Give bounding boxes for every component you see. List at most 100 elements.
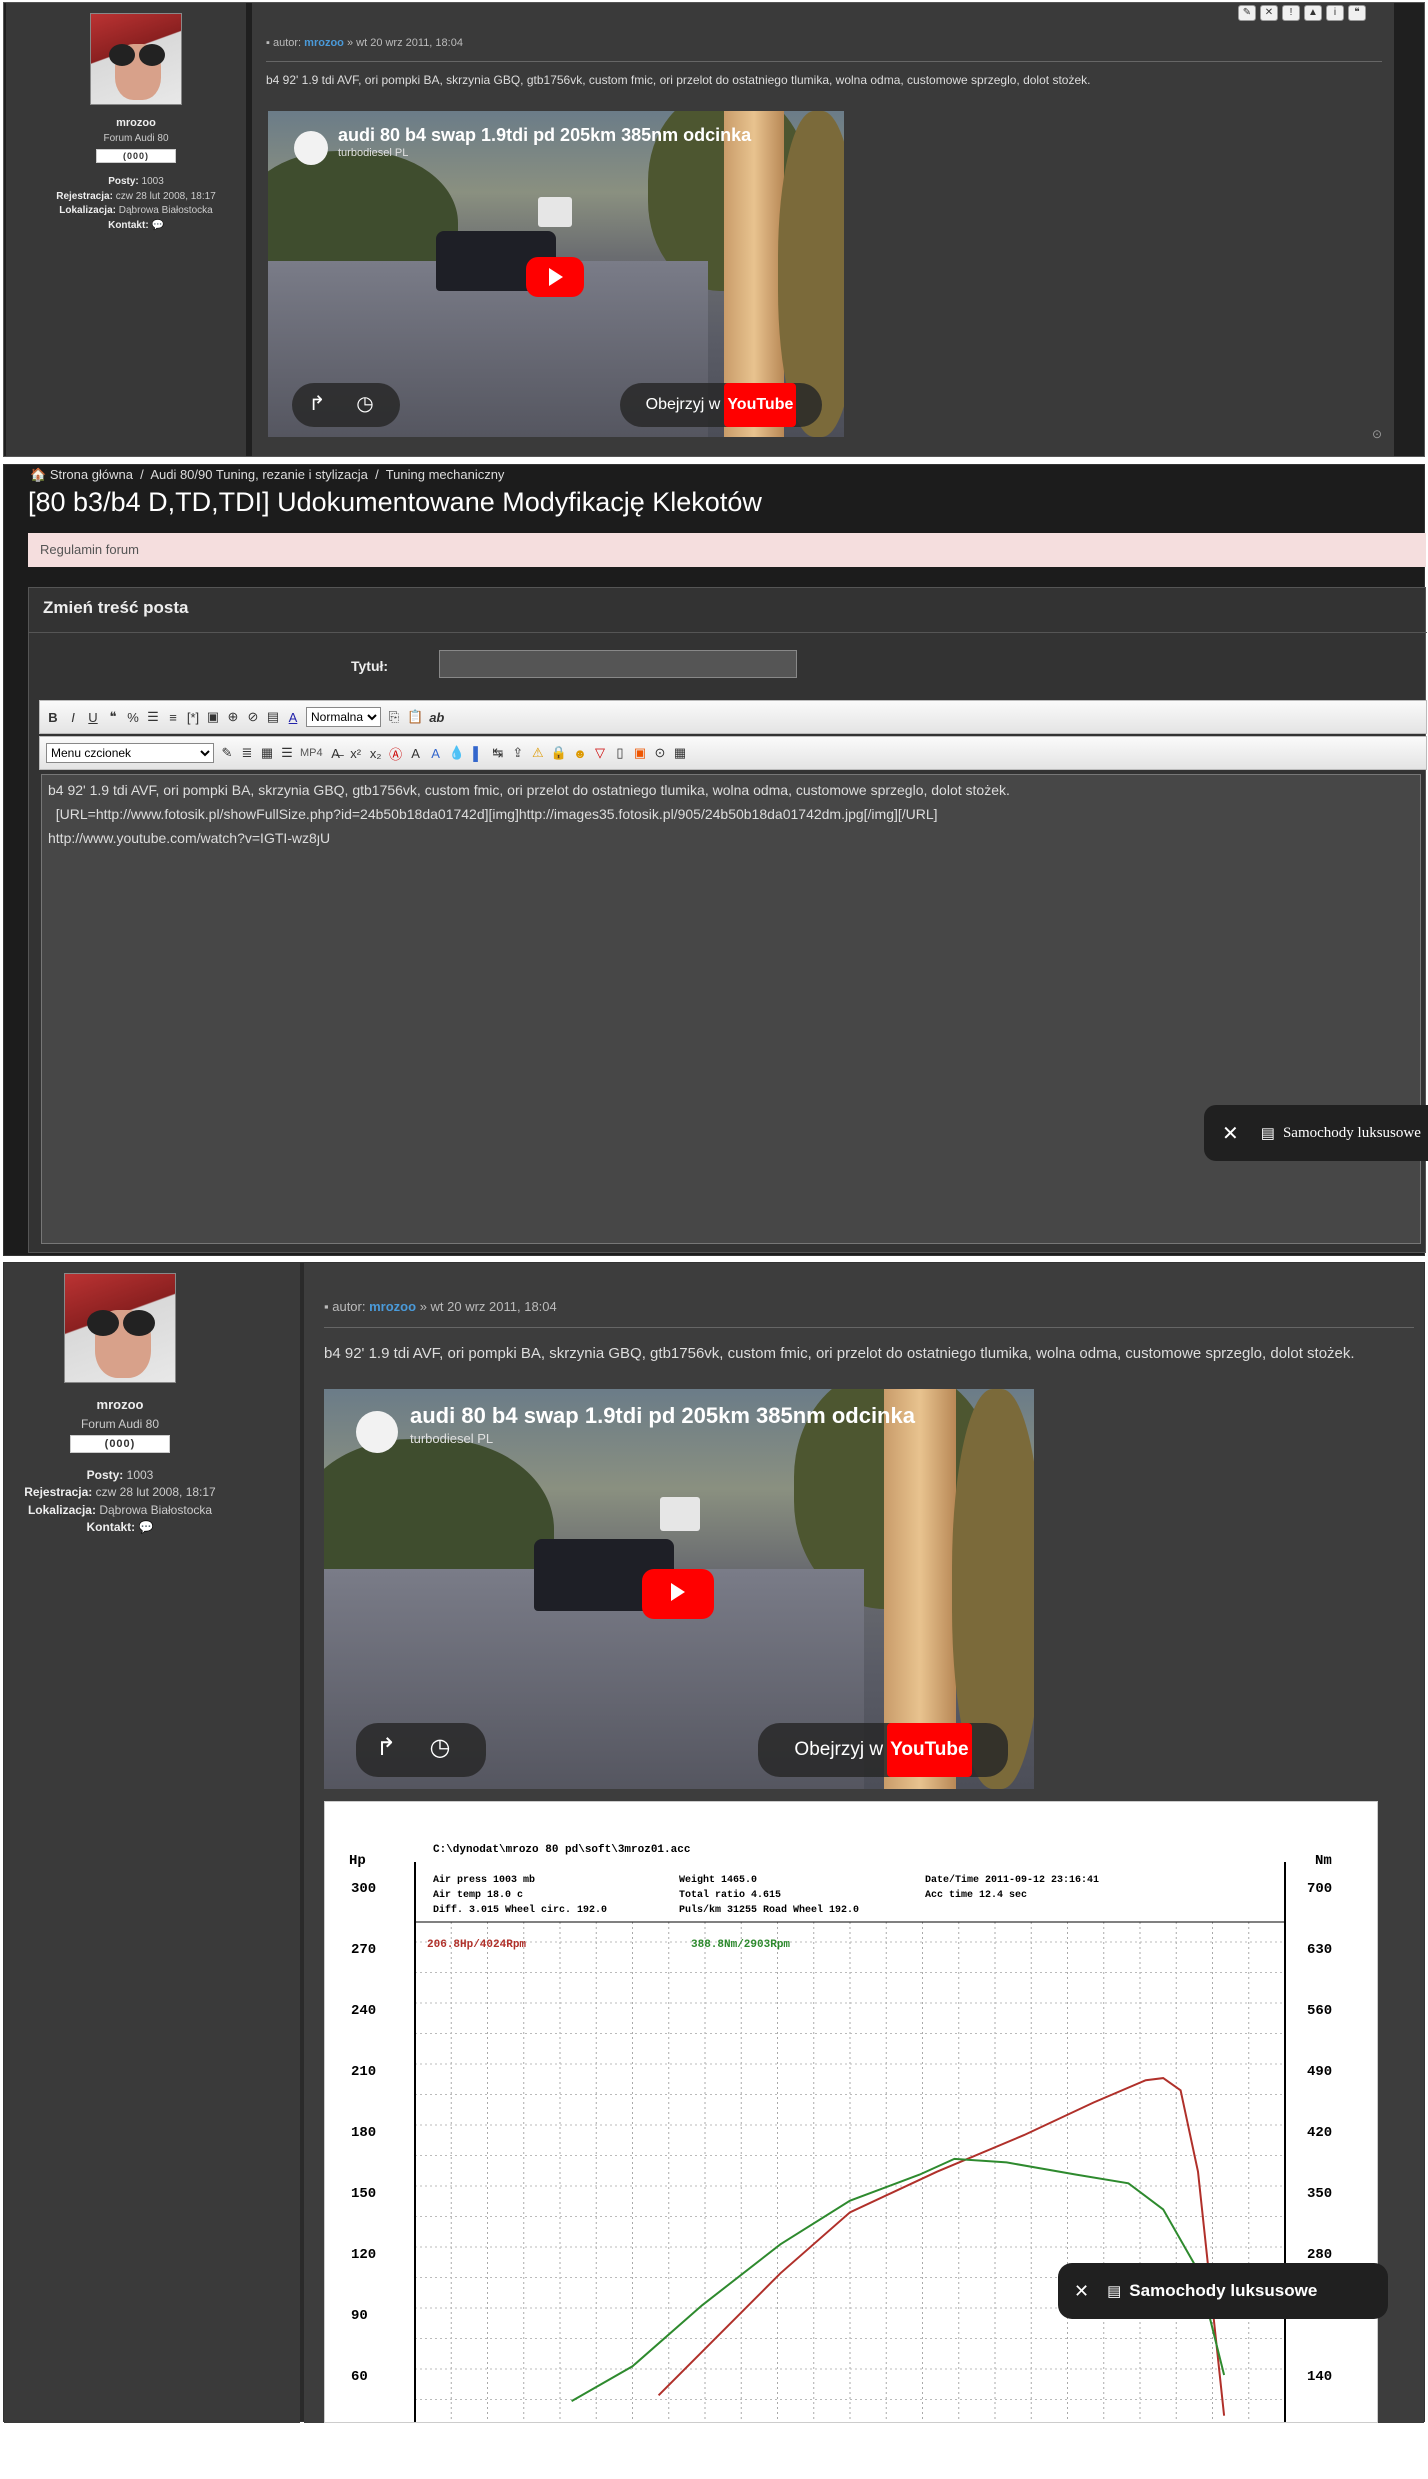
chart-info: Air press 1003 mb [433,1874,535,1886]
post-textarea[interactable]: b4 92' 1.9 tdi AVF, ori pompki BA, skrzy… [41,774,1421,1244]
chat-icon[interactable]: 💬 [139,1520,154,1534]
link-icon[interactable]: ⊕ [226,709,240,725]
smiley-icon[interactable]: ☻ [573,746,587,761]
superscript-icon[interactable]: x² [349,746,363,761]
scroll-top-icon[interactable]: ⊙ [1372,427,1382,441]
table-icon[interactable]: ▦ [260,745,274,761]
avatar[interactable] [90,13,182,105]
justify-icon[interactable]: ☰ [280,745,294,761]
paste-icon[interactable]: 📋 [407,709,423,725]
right-tick-label: 420 [1307,2125,1332,2141]
toast-label: Samochody luksusowe [1129,2281,1318,2300]
grid-icon[interactable]: ▦ [673,745,687,761]
highlight-icon[interactable]: ✎ [220,745,234,761]
spoiler-icon[interactable]: ▽ [593,745,607,761]
post-icon: ▪ [324,1299,329,1314]
attach-icon[interactable]: ▤ [266,709,280,725]
username[interactable]: mrozoo [6,117,266,129]
upload-icon[interactable]: ⇪ [511,745,525,761]
warn-icon[interactable]: ▲ [1304,5,1322,21]
document-icon[interactable]: ▯ [613,745,627,761]
mp4-button[interactable]: MP4 [300,747,323,759]
share-icon[interactable]: ↱ [302,391,332,416]
clock-icon[interactable]: ◷ [422,1733,458,1762]
forum-rules-bar[interactable]: Regulamin forum [28,533,1426,567]
breadcrumb-home[interactable]: Strona główna [50,467,133,482]
copy-icon[interactable]: ⎘ [387,709,401,725]
flash-icon[interactable]: ⊘ [246,709,260,725]
page-title[interactable]: [80 b3/b4 D,TD,TDI] Udokumentowane Modyf… [28,487,762,518]
post-meta: ▪ autor: mrozoo » wt 20 wrz 2011, 18:04 [266,37,463,49]
report-icon[interactable]: ! [1282,5,1300,21]
ad-toast[interactable]: ✕ ▤ Samochody luksusowe [1058,2263,1388,2319]
shadow-icon[interactable]: A [409,746,423,761]
breadcrumb-subforum[interactable]: Tuning mechaniczny [386,467,505,482]
breadcrumb-forum[interactable]: Audi 80/90 Tuning, rezanie i stylizacja [150,467,368,482]
play-button[interactable] [642,1569,714,1619]
list-item-icon[interactable]: [*] [186,710,200,725]
spellcheck-icon[interactable]: ab [429,710,444,725]
glow-icon[interactable]: A [429,746,443,761]
info-icon[interactable]: i [1326,5,1344,21]
edit-heading: Zmień treść posta [43,598,189,617]
edit-icon[interactable]: ✎ [1238,5,1256,21]
play-icon[interactable]: ⊙ [653,745,667,761]
bold-icon[interactable]: B [46,710,60,725]
drop-icon[interactable]: 💧 [449,745,465,761]
close-icon[interactable]: ✕ [1222,1121,1239,1146]
play-button[interactable] [526,257,584,297]
right-tick-label: 700 [1307,1881,1332,1897]
lock-icon[interactable]: 🔒 [551,745,567,761]
code-icon[interactable]: % [126,710,140,725]
watch-on-youtube-button[interactable]: Obejrzyj w YouTube [620,383,822,427]
channel-logo[interactable] [294,131,328,165]
video-title[interactable]: audi 80 b4 swap 1.9tdi pd 205km 385nm od… [410,1403,915,1429]
chart-info: Weight 1465.0 [679,1874,757,1886]
strike-icon[interactable]: A̶ [329,746,343,761]
marquee-icon[interactable]: ↹ [491,745,505,761]
video-channel[interactable]: turbodiesel PL [338,147,408,159]
watch-on-youtube-button[interactable]: Obejrzyj w YouTube [758,1723,1008,1777]
left-tick-label: 60 [351,2369,368,2385]
dyno-chart-image: Hp Nm 300 270 240 210 180 150 120 90 60 700 630 560 49… [324,1801,1378,2423]
delete-icon[interactable]: ✕ [1260,5,1278,21]
list-icon[interactable]: ☰ [146,709,160,725]
video-title[interactable]: audi 80 b4 swap 1.9tdi pd 205km 385nm od… [338,125,751,146]
video-channel[interactable]: turbodiesel PL [410,1431,493,1446]
font-menu-select[interactable]: Menu czcionek [46,743,214,763]
underline-icon[interactable]: U [86,710,100,725]
author-sidebar: mrozoo Forum Audi 80 (000) Posty: 1003 R… [6,3,246,456]
media-icon[interactable]: ▣ [633,745,647,761]
rank-badge: (000) [70,1435,170,1453]
username[interactable]: mrozoo [4,1397,236,1412]
clock-icon[interactable]: ◷ [350,391,380,416]
youtube-embed[interactable]: audi 80 b4 swap 1.9tdi pd 205km 385nm od… [268,111,844,437]
chart-info: Air temp 18.0 c [433,1889,523,1901]
red-a-icon[interactable]: Ⓐ [389,744,403,763]
channel-logo[interactable] [356,1411,398,1453]
bbcode-toolbar-2: Menu czcionek ✎ ≣ ▦ ☰ MP4 A̶ x² x₂ Ⓐ A A… [39,736,1427,770]
ordered-list-icon[interactable]: ≡ [166,710,180,725]
quote-icon[interactable]: ❝ [1348,5,1366,21]
title-input[interactable] [439,650,797,678]
avatar[interactable] [64,1273,176,1383]
share-icon[interactable]: ↱ [368,1733,404,1762]
home-icon[interactable]: 🏠 [30,467,46,482]
italic-icon[interactable]: I [66,710,80,725]
chat-icon[interactable]: 💬 [151,220,163,231]
ad-toast[interactable]: ✕ ▤ Samochody luksusowe [1204,1105,1428,1161]
warning-icon[interactable]: ⚠ [531,745,545,761]
user-rank: Forum Audi 80 [80,1417,160,1431]
close-icon[interactable]: ✕ [1074,2281,1089,2302]
left-unit-label: Hp [349,1853,366,1869]
subscript-icon[interactable]: x₂ [369,746,383,761]
right-tick-label: 490 [1307,2064,1332,2080]
quote-icon[interactable]: ❝ [106,709,120,725]
youtube-embed[interactable]: audi 80 b4 swap 1.9tdi pd 205km 385nm od… [324,1389,1034,1789]
gradient-icon[interactable]: ▌ [471,746,485,761]
chart-info: Acc time 12.4 sec [925,1889,1027,1901]
align-icon[interactable]: ≣ [240,745,254,761]
font-size-select[interactable]: Normalna [306,707,381,727]
image-icon[interactable]: ▣ [206,709,220,725]
font-color-icon[interactable]: A [286,710,300,725]
